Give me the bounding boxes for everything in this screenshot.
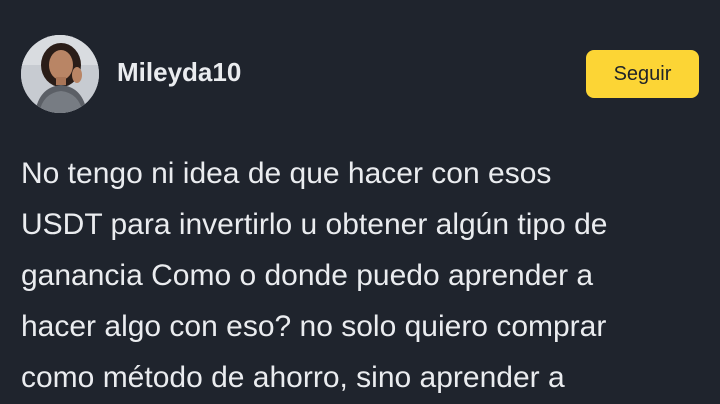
post-text-line: USDT para invertirlo u obtener algún tip… <box>21 208 608 241</box>
avatar[interactable] <box>21 35 99 113</box>
post-header: Mileyda10 Seguir <box>0 0 720 140</box>
post-text-line: hacer algo con eso? no solo quiero compr… <box>21 310 607 343</box>
post-text-line: No tengo ni idea de que hacer con esos <box>21 157 552 190</box>
post-text-line: ganancia Como o donde puedo aprender a <box>21 259 594 292</box>
username[interactable]: Mileyda10 <box>117 56 241 88</box>
user-avatar-icon <box>21 35 99 113</box>
post-content: No tengo ni idea de que hacer con esos U… <box>21 148 701 403</box>
post-text-line: como método de ahorro, sino aprender a <box>21 361 565 394</box>
follow-button[interactable]: Seguir <box>586 50 699 98</box>
